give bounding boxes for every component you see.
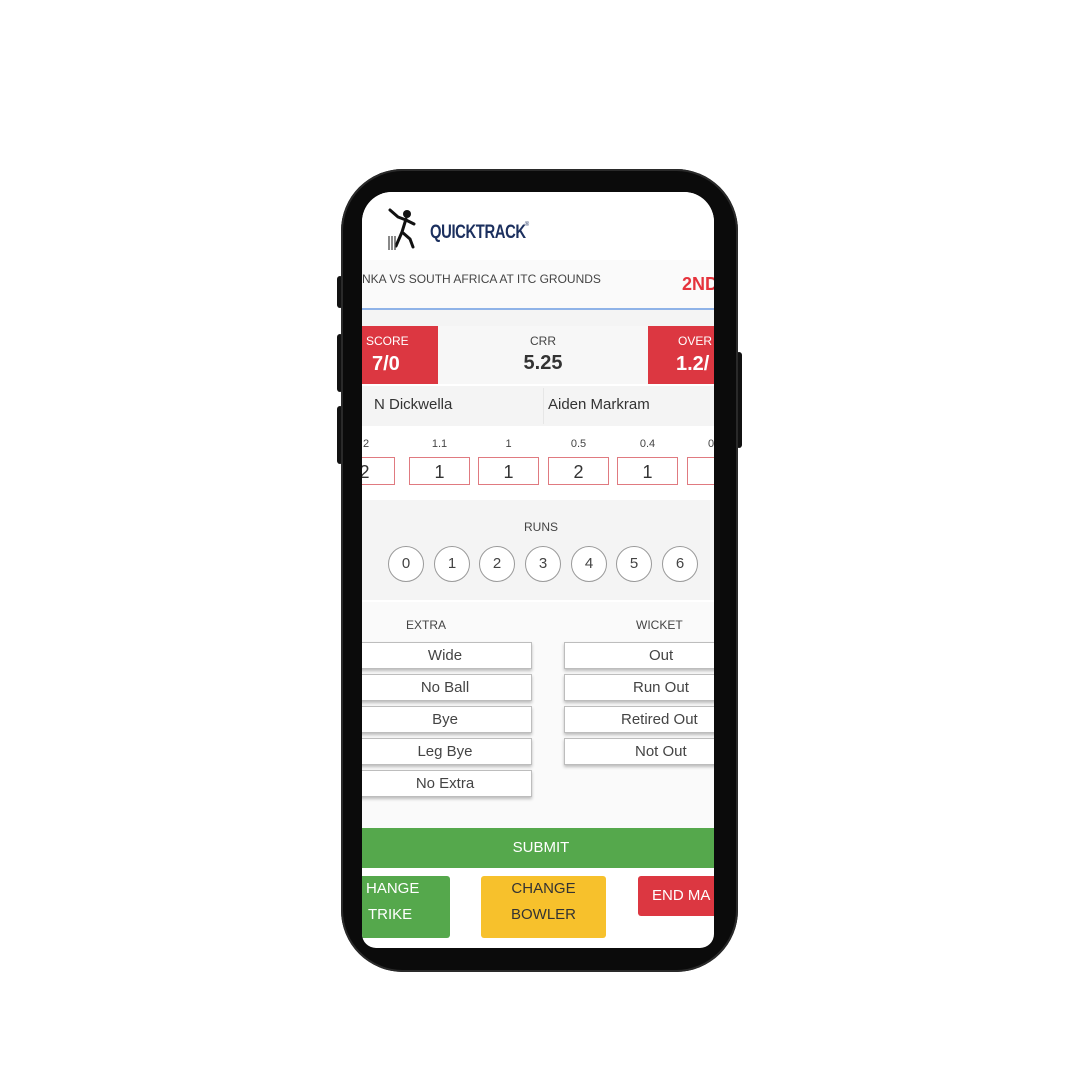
overs-box: OVER 1.2/ (648, 326, 714, 384)
score-box: SCORE 7/0 (362, 326, 438, 384)
recent-ball: 1.1 1 (409, 438, 470, 485)
ball-runs-box: 2 (362, 457, 395, 485)
run-0-button[interactable]: 0 (388, 546, 424, 582)
batsmen-row: N Dickwella Aiden Markram (362, 386, 714, 426)
app-screen: QUICKTRACK ® NKA VS SOUTH AFRICA AT ITC … (362, 192, 714, 948)
wicket-out-button[interactable]: Out (564, 642, 714, 669)
extra-no-ball-button[interactable]: No Ball (362, 674, 532, 701)
app-header: QUICKTRACK ® (362, 192, 714, 260)
overs-value: 1.2/ (676, 353, 710, 375)
ball-runs-box: 1 (478, 457, 539, 485)
score-value: 7/0 (372, 353, 400, 375)
ball-over-number: 1.1 (431, 438, 448, 450)
recent-ball: 0.4 1 (617, 438, 678, 485)
end-match-button[interactable]: END MA (638, 876, 714, 916)
wicket-run-out-button[interactable]: Run Out (564, 674, 714, 701)
ball-runs-box: 1 (617, 457, 678, 485)
runs-panel: RUNS 0 1 2 3 4 5 6 (362, 500, 714, 600)
ball-over-number: 0.5 (570, 438, 587, 450)
match-title: NKA VS SOUTH AFRICA AT ITC GROUNDS (362, 272, 601, 286)
run-3-button[interactable]: 3 (525, 546, 561, 582)
batsmen-divider (543, 388, 544, 424)
wicket-not-out-button[interactable]: Not Out (564, 738, 714, 765)
ball-runs-box (687, 457, 714, 485)
change-strike-label-2: TRIKE (368, 906, 413, 923)
ball-over-number: 0.4 (639, 438, 656, 450)
crr-box: CRR 5.25 (438, 326, 648, 384)
ball-over-number: .2 (362, 438, 370, 450)
run-4-button[interactable]: 4 (571, 546, 607, 582)
extra-wide-button[interactable]: Wide (362, 642, 532, 669)
brand-logo: QUICKTRACK ® (386, 206, 529, 250)
batsman-2-name[interactable]: Aiden Markram (548, 396, 650, 413)
wicket-label: WICKET (636, 618, 683, 632)
spacer-band (362, 310, 714, 326)
extra-leg-bye-button[interactable]: Leg Bye (362, 738, 532, 765)
ball-runs-box: 2 (548, 457, 609, 485)
submit-button[interactable]: SUBMIT (362, 828, 714, 868)
recent-ball: 1 1 (478, 438, 539, 485)
brand-name: QUICKTRACK (430, 222, 526, 243)
overs-label: OVER (678, 334, 713, 348)
change-bowler-label-2: BOWLER (510, 906, 576, 923)
crr-label: CRR (530, 334, 556, 348)
wicket-retired-out-button[interactable]: Retired Out (564, 706, 714, 733)
extra-label: EXTRA (406, 618, 447, 632)
run-2-button[interactable]: 2 (479, 546, 515, 582)
run-6-button[interactable]: 6 (662, 546, 698, 582)
runs-label: RUNS (523, 520, 558, 534)
recent-ball: .2 2 (362, 438, 395, 485)
extra-wicket-panel: EXTRA WICKET Wide No Ball Bye Leg Bye No… (362, 602, 714, 828)
ball-over-number: 1 (505, 438, 512, 450)
match-info-bar: NKA VS SOUTH AFRICA AT ITC GROUNDS 2ND (362, 260, 714, 310)
change-strike-button[interactable]: HANGE TRIKE (362, 876, 450, 938)
extra-bye-button[interactable]: Bye (362, 706, 532, 733)
ball-runs-box: 1 (409, 457, 470, 485)
change-strike-label-1: HANGE (366, 880, 420, 897)
change-bowler-label-1: CHANGE (511, 880, 576, 897)
crr-value: 5.25 (523, 352, 563, 374)
change-bowler-button[interactable]: CHANGE BOWLER (481, 876, 606, 938)
run-5-button[interactable]: 5 (616, 546, 652, 582)
cricketer-icon (388, 208, 416, 250)
extra-no-extra-button[interactable]: No Extra (362, 770, 532, 797)
ball-over-number: 0 (708, 438, 714, 450)
recent-ball: 0.5 2 (548, 438, 609, 485)
score-label: SCORE (366, 334, 409, 348)
recent-ball: 0 (687, 438, 714, 485)
batsman-1-name[interactable]: N Dickwella (374, 396, 452, 413)
innings-indicator: 2ND (682, 274, 714, 294)
run-1-button[interactable]: 1 (434, 546, 470, 582)
